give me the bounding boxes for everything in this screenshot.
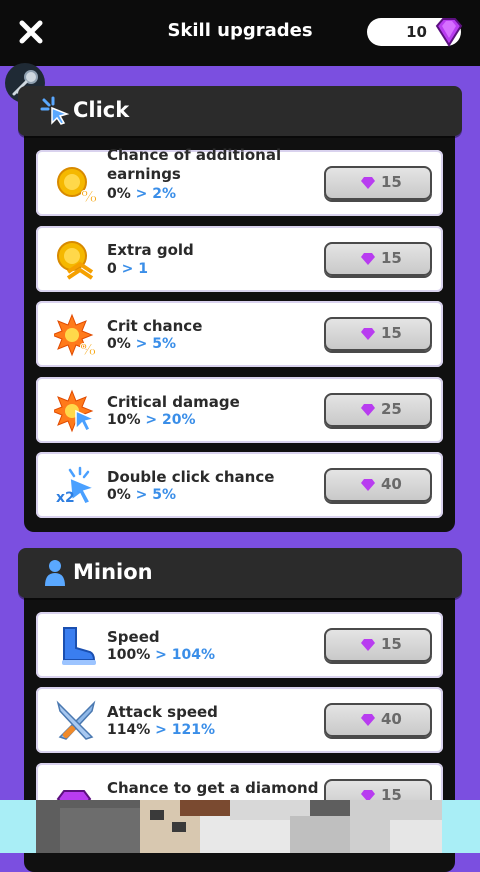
buy-button[interactable]: 15 bbox=[324, 317, 432, 351]
burst-percent-icon: % bbox=[54, 313, 97, 357]
upgrade-values: 0% > 5% bbox=[107, 487, 177, 503]
upgrade-values: 0 > 1 bbox=[107, 261, 148, 277]
upgrade-card: x2 Double click chance 0% > 5% 40 bbox=[36, 452, 443, 518]
upgrade-name: Crit chance bbox=[107, 317, 203, 335]
upgrade-name: Extra gold bbox=[107, 241, 194, 259]
gem-icon bbox=[361, 177, 375, 189]
top-bar: Skill upgrades 10 bbox=[0, 0, 480, 66]
buy-button[interactable]: 40 bbox=[324, 703, 432, 737]
upgrade-card: Extra gold 0 > 1 15 bbox=[36, 226, 443, 292]
upgrade-values: 100% > 104% bbox=[107, 647, 215, 663]
svg-text:%: % bbox=[81, 187, 97, 206]
coin-chevron-icon bbox=[57, 241, 94, 280]
buy-button[interactable]: 40 bbox=[324, 468, 432, 502]
upgrade-name: Critical damage bbox=[107, 393, 240, 411]
x2-cursor-icon: x2 bbox=[56, 466, 97, 506]
upgrade-name: Speed bbox=[107, 628, 160, 646]
burst-cursor-icon bbox=[54, 389, 97, 433]
section-title: Minion bbox=[73, 560, 153, 584]
upgrade-name: Chance to get a diamond bbox=[107, 779, 319, 797]
upgrade-card: Critical damage 10% > 20% 25 bbox=[36, 377, 443, 443]
gem-balance: 10 bbox=[367, 18, 463, 47]
click-section-header: Click bbox=[18, 86, 462, 136]
upgrade-card: Speed 100% > 104% 15 bbox=[36, 612, 443, 678]
section-title: Click bbox=[73, 98, 130, 122]
upgrade-name: Chance of additional earnings bbox=[107, 146, 282, 183]
game-scene bbox=[0, 800, 480, 853]
gem-icon bbox=[435, 18, 463, 47]
cost-label: 15 bbox=[381, 249, 402, 267]
buy-button[interactable]: 25 bbox=[324, 393, 432, 427]
upgrade-values: 10% > 20% bbox=[107, 412, 196, 428]
buy-button[interactable]: 15 bbox=[324, 628, 432, 662]
boot-icon bbox=[62, 627, 96, 665]
gem-icon bbox=[361, 253, 375, 265]
upgrade-values: 0% > 2% bbox=[107, 186, 177, 202]
crossed-swords-icon bbox=[56, 700, 96, 740]
buy-button[interactable]: 15 bbox=[324, 166, 432, 200]
cursor-click-icon bbox=[40, 96, 70, 125]
gem-icon bbox=[361, 328, 375, 340]
cost-label: 15 bbox=[381, 173, 402, 191]
svg-text:%: % bbox=[80, 340, 96, 357]
cost-label: 15 bbox=[381, 635, 402, 653]
gem-count: 10 bbox=[406, 23, 427, 41]
gem-icon bbox=[361, 479, 375, 491]
cost-label: 40 bbox=[381, 475, 402, 493]
cost-label: 15 bbox=[381, 324, 402, 342]
gem-icon bbox=[361, 714, 375, 726]
coin-percent-icon: % bbox=[57, 167, 98, 206]
svg-text:x2: x2 bbox=[56, 490, 75, 506]
person-icon bbox=[45, 560, 65, 586]
gem-icon bbox=[361, 404, 375, 416]
minion-section-header: Minion bbox=[18, 548, 462, 598]
buy-button[interactable]: 15 bbox=[324, 242, 432, 276]
upgrade-name: Double click chance bbox=[107, 468, 275, 486]
upgrade-card: Attack speed 114% > 121% 40 bbox=[36, 687, 443, 753]
cost-label: 40 bbox=[381, 710, 402, 728]
upgrade-card: % Chance of additional earnings 0% > 2% … bbox=[36, 146, 443, 216]
upgrade-values: 114% > 121% bbox=[107, 722, 215, 738]
upgrade-values: 0% > 5% bbox=[107, 336, 177, 352]
gem-icon bbox=[361, 639, 375, 651]
upgrade-card: % Crit chance 0% > 5% 15 bbox=[36, 301, 443, 367]
cost-label: 25 bbox=[381, 400, 402, 418]
upgrade-name: Attack speed bbox=[107, 703, 218, 721]
